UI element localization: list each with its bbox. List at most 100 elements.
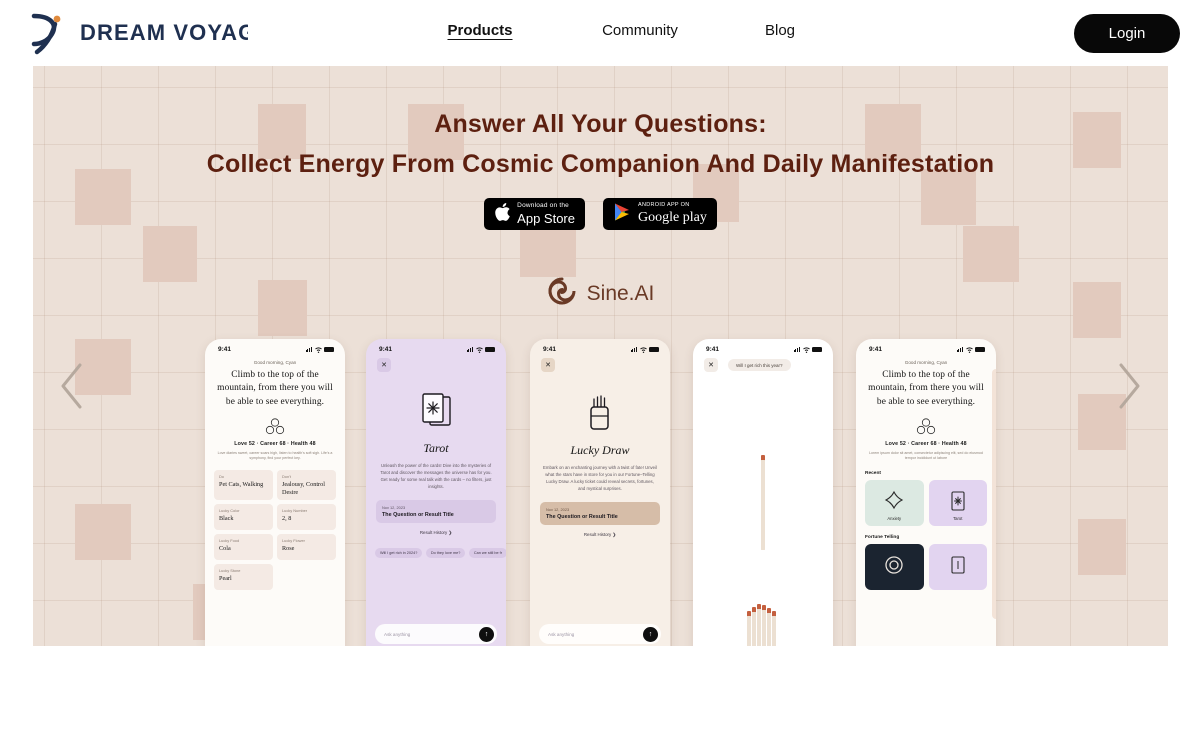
landing-page: DREAM VOYAG Products Community Blog Logi… <box>0 0 1200 750</box>
card-value: Pearl <box>219 575 232 583</box>
lucky-card[interactable]: Lucky Food Cola <box>214 534 273 561</box>
nav-item-products[interactable]: Products <box>400 22 560 42</box>
tile-tarot[interactable]: Tarot <box>928 479 988 526</box>
lucky-card[interactable]: Lucky Flower Rose <box>277 534 336 561</box>
rings-icon <box>856 418 996 435</box>
phone-carousel: 9:41 Good morning, Cyan Climb to the top… <box>33 339 1168 646</box>
feature-title: Tarot <box>423 441 449 455</box>
tile-fortune-1[interactable] <box>865 543 924 590</box>
sub-text: Love diaries sweet, career soars high, l… <box>217 451 333 461</box>
tarot-card-icon <box>929 490 988 512</box>
feature-description: Embark on an enchanting journey with a t… <box>543 465 657 491</box>
quote-text: Climb to the top of the mountain, from t… <box>868 370 984 407</box>
lucky-card[interactable]: Don't Jealousy, Control Desire <box>277 469 336 501</box>
signal-icon <box>793 347 800 352</box>
google-play-badge-big: Google play <box>638 209 707 225</box>
close-icon[interactable]: ✕ <box>541 358 555 372</box>
suggestion-chip[interactable]: Will I get rich in 2024? <box>375 548 423 558</box>
lucky-card[interactable]: Lucky Color Black <box>214 504 273 531</box>
status-bar: 9:41 <box>366 339 506 353</box>
battery-icon <box>812 347 822 352</box>
app-store-badge[interactable]: Download on the App Store <box>484 198 585 230</box>
status-icons <box>793 346 822 353</box>
google-play-badge[interactable]: ANDROID APP ON Google play <box>603 198 717 230</box>
ask-input-placeholder: Ask anything <box>548 631 575 637</box>
hero-section: Answer All Your Questions: Collect Energ… <box>33 64 1168 646</box>
phone-home[interactable]: 9:41 Good morning, Cyan Climb to the top… <box>856 339 996 646</box>
suggestion-chip[interactable]: Can we still be fr <box>468 548 506 558</box>
google-play-badge-small: ANDROID APP ON <box>638 202 690 209</box>
battery-icon <box>975 347 985 352</box>
wifi-icon <box>314 346 322 353</box>
status-bar: 9:41 <box>856 339 996 353</box>
card-key: Do <box>219 473 224 479</box>
tile-anxiety[interactable]: Anxiety <box>865 479 924 526</box>
result-card[interactable]: Nov 12, 2023 The Question or Result Titl… <box>540 501 660 525</box>
close-icon[interactable]: ✕ <box>377 358 391 372</box>
status-icons <box>305 346 334 353</box>
status-time: 9:41 <box>218 346 232 353</box>
suggestion-chips: Will I get rich in 2024? Do they love me… <box>375 548 506 558</box>
arrow-up-icon[interactable]: ↑ <box>479 626 494 642</box>
lucky-cards-grid: Do Pet Cats, Walking Don't Jealousy, Con… <box>214 469 336 591</box>
result-card[interactable]: Nov 12, 2023 The Question or Result Titl… <box>376 499 496 523</box>
app-store-badge-small: Download on the <box>517 202 569 210</box>
status-bar: 9:41 <box>205 339 345 353</box>
close-icon[interactable]: ✕ <box>704 358 718 372</box>
nav-item-blog[interactable]: Blog <box>720 22 840 42</box>
card-value: Black <box>219 515 234 523</box>
wifi-icon <box>965 346 973 353</box>
ask-input-bar[interactable]: Ask anything ↑ <box>539 624 661 644</box>
deco-square <box>520 222 576 277</box>
quote-text: Climb to the top of the mountain, from t… <box>217 370 333 407</box>
phone-daily-fortune[interactable]: 9:41 Good morning, Cyan Climb to the top… <box>205 339 345 646</box>
tile-fortune-2[interactable] <box>928 543 988 590</box>
chevron-left-icon[interactable] <box>55 359 89 413</box>
sub-text: Lorem ipsum dolor sit amet, consectetur … <box>869 451 983 461</box>
app-store-badge-big: App Store <box>517 210 575 226</box>
store-badges: Download on the App Store ANDROID APP ON <box>33 198 1168 230</box>
result-title: The Question or Result Title <box>546 514 618 520</box>
star-knot-icon <box>865 490 924 510</box>
logo[interactable]: DREAM VOYAG <box>28 8 248 58</box>
feature-description: Unleash the power of the cards! Dive int… <box>380 463 492 489</box>
ask-input-bar[interactable]: Ask anything ↑ <box>375 624 497 644</box>
lucky-card[interactable]: Do Pet Cats, Walking <box>214 469 273 501</box>
card-icon <box>929 554 988 576</box>
chevron-right-icon[interactable] <box>1112 359 1146 413</box>
swoosh-logo-icon <box>28 10 70 56</box>
phone-draw-animation[interactable]: 9:41 ✕ Will I get rich this year? <box>693 339 833 646</box>
status-bar: 9:41 <box>530 339 670 353</box>
suggestion-chip[interactable]: Do they love me? <box>425 548 466 558</box>
card-value: 2, 8 <box>282 515 292 523</box>
deco-square <box>143 226 197 282</box>
page-title: Answer All Your Questions: Collect Energ… <box>33 110 1168 179</box>
signal-icon <box>630 347 637 352</box>
phone-tarot[interactable]: 9:41 ✕ Tarot Unleash the power of the ca… <box>366 339 506 646</box>
login-button[interactable]: Login <box>1074 14 1180 53</box>
card-value: Pet Cats, Walking <box>219 480 264 488</box>
battery-icon <box>324 347 334 352</box>
result-history-link[interactable]: Result History ❯ <box>366 530 506 536</box>
signal-icon <box>466 347 473 352</box>
result-history-link[interactable]: Result History ❯ <box>530 532 670 538</box>
signal-icon <box>956 347 963 352</box>
next-card-peek <box>992 369 996 619</box>
card-key: Lucky Color <box>219 508 240 514</box>
tarot-cards-icon <box>366 390 506 432</box>
fortune-sticks-icon <box>530 394 670 434</box>
status-icons <box>630 346 659 353</box>
arrow-up-icon[interactable]: ↑ <box>643 626 658 642</box>
phone-lucky-draw[interactable]: 9:41 ✕ Lucky Draw Embark on an enchantin… <box>530 339 670 646</box>
status-time: 9:41 <box>869 346 883 353</box>
card-key: Lucky Stone <box>219 568 241 574</box>
lucky-card[interactable]: Lucky Stone Pearl <box>214 564 273 591</box>
lucky-card[interactable]: Lucky Number 2, 8 <box>277 504 336 531</box>
nav-item-community[interactable]: Community <box>560 22 720 42</box>
status-icons <box>466 346 495 353</box>
hero-title-line1: Answer All Your Questions: <box>434 110 767 138</box>
spiral-icon <box>865 554 924 576</box>
wifi-icon <box>639 346 647 353</box>
result-date: Nov 12, 2023 <box>382 504 406 510</box>
status-time: 9:41 <box>379 346 393 353</box>
